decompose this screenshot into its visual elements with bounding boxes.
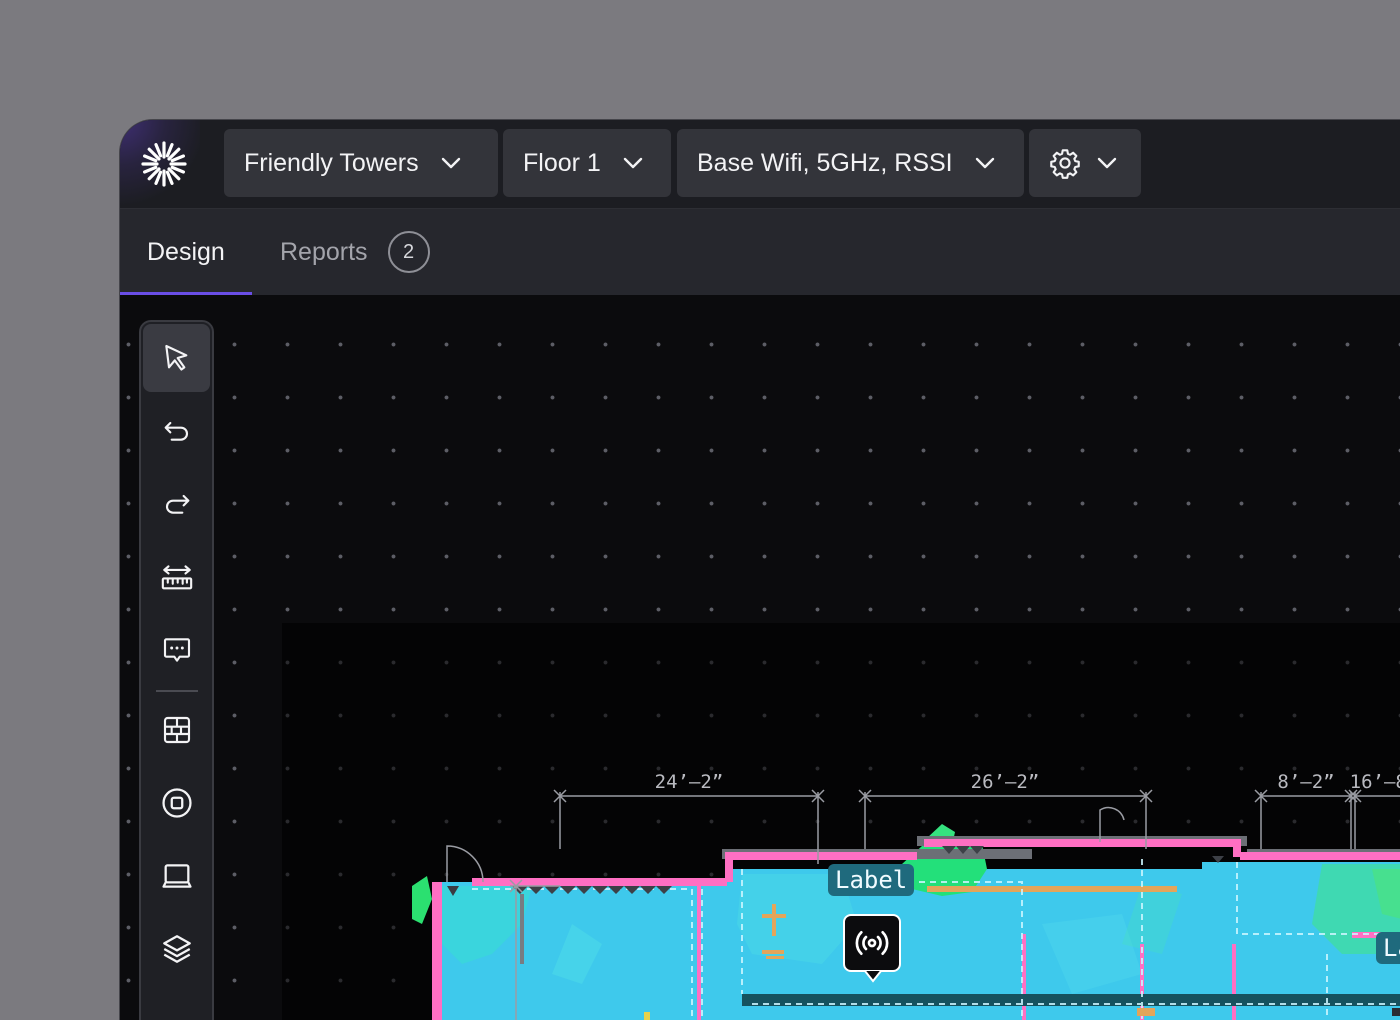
comment-icon — [163, 638, 190, 662]
toolbar-divider — [156, 690, 198, 692]
layers-tool-button[interactable] — [143, 915, 210, 983]
dimension-label: 24’–2” — [655, 771, 724, 793]
floor-dropdown[interactable]: Floor 1 — [503, 129, 671, 197]
dimension-label: 8’–2” — [1277, 771, 1334, 793]
chevron-down-icon — [623, 157, 643, 169]
undo-icon — [164, 421, 188, 441]
heatmap-dropdown[interactable]: Base Wifi, 5GHz, RSSI — [677, 129, 1024, 197]
ruler-icon — [161, 565, 192, 590]
tab-bar: Design Reports 2 — [120, 209, 1400, 295]
device-tool-button[interactable] — [143, 842, 210, 910]
tab-design[interactable]: Design — [147, 209, 225, 295]
floorplan-label[interactable]: La — [1376, 932, 1400, 964]
reports-count-badge: 2 — [387, 231, 430, 273]
chevron-down-icon — [1097, 157, 1117, 169]
app-window: Friendly Towers Floor 1 Base Wifi, 5GHz,… — [119, 119, 1400, 1020]
dimension-label: 26’–2” — [971, 771, 1040, 793]
settings-dropdown[interactable] — [1029, 129, 1141, 197]
access-point-icon — [161, 788, 192, 818]
building-dropdown[interactable]: Friendly Towers — [224, 129, 498, 197]
tab-design-label: Design — [147, 237, 225, 266]
building-dropdown-label: Friendly Towers — [244, 148, 419, 177]
undo-button[interactable] — [143, 397, 210, 465]
chevron-down-icon — [975, 157, 994, 169]
select-tool-button[interactable] — [143, 324, 210, 392]
layers-icon — [162, 935, 191, 963]
floorplan-label[interactable]: Label — [828, 864, 915, 896]
redo-button[interactable] — [143, 470, 210, 538]
measure-tool-button[interactable] — [143, 543, 210, 611]
heatmap-dropdown-label: Base Wifi, 5GHz, RSSI — [697, 148, 953, 177]
chevron-down-icon — [441, 157, 460, 169]
access-point-pointer — [864, 970, 882, 983]
laptop-icon — [161, 864, 192, 888]
tab-reports[interactable]: Reports 2 — [280, 209, 430, 295]
tab-reports-label: Reports — [280, 237, 368, 266]
dimension-label: 16’–8” — [1350, 771, 1400, 793]
wifi-broadcast-icon — [855, 931, 889, 955]
floor-plan[interactable]: 24’–2” 26’–2” 8’–2” 16’–8” — [282, 624, 1400, 1020]
comment-tool-button[interactable] — [143, 616, 210, 684]
floor-dropdown-label: Floor 1 — [523, 148, 601, 177]
access-point-marker[interactable] — [843, 914, 901, 972]
top-bar: Friendly Towers Floor 1 Base Wifi, 5GHz,… — [120, 120, 1400, 209]
access-point-tool-button[interactable] — [143, 769, 210, 837]
walls-tool-button[interactable] — [143, 696, 210, 764]
starburst-logo-icon[interactable] — [140, 140, 188, 188]
redo-icon — [165, 494, 189, 514]
tool-palette — [139, 320, 214, 1020]
cursor-icon — [164, 344, 187, 371]
wall-grid-icon — [163, 716, 190, 744]
gear-icon — [1050, 149, 1080, 179]
